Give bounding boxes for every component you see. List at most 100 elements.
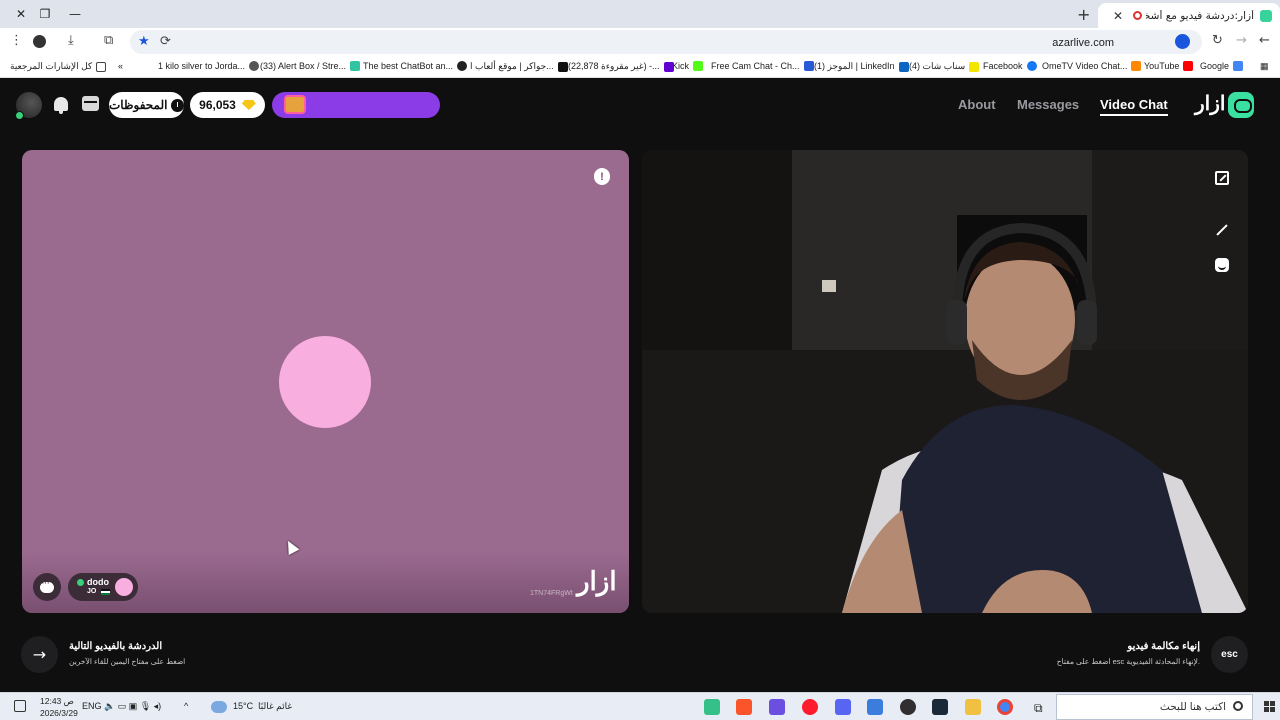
azar-logo-text: ازار: [1195, 93, 1226, 115]
opera-icon[interactable]: [802, 699, 818, 715]
saved-button[interactable]: المحفوظات: [109, 92, 184, 118]
bookmark-jawaker[interactable]: جواكر | موقع ألعاب ا...: [470, 61, 568, 72]
bookmark-kick[interactable]: Kick: [672, 61, 704, 71]
bookmark-snapchat[interactable]: (4) سناب شات: [909, 61, 980, 72]
bookmark-freecam[interactable]: Free Cam Chat - Ch...: [711, 61, 814, 71]
bookmark-linkedin[interactable]: (1) الموجز | LinkedIn: [814, 61, 909, 72]
saved-label: المحفوظات: [109, 98, 168, 112]
bookmark-google[interactable]: Google: [1200, 61, 1244, 71]
tab-close-button[interactable]: ✕: [1113, 9, 1123, 23]
omnibox[interactable]: ★ ⟳ azarlive.com: [130, 30, 1202, 54]
notification-center-icon[interactable]: [14, 700, 26, 712]
download-icon[interactable]: ⤓: [68, 33, 74, 48]
end-hint-subtitle: اضغط على مفتاح esc لإنهاء المحادثة الفيد…: [1056, 657, 1200, 666]
partner-avatar: [115, 578, 133, 596]
clock-time[interactable]: 12:43 ص: [40, 696, 74, 707]
all-bookmarks-button[interactable]: كل الإشارات المرجعية: [10, 61, 107, 72]
bookmark-youtube[interactable]: YouTube: [1144, 61, 1194, 71]
history-clock-icon: [171, 98, 184, 112]
next-video-chat-button[interactable]: →: [21, 636, 58, 673]
app-icon[interactable]: [769, 699, 785, 715]
bookmarks-bar: ▦ Google YouTube OmeTV Video Chat... Fac…: [0, 56, 1280, 78]
screen-share-icon[interactable]: ⟳: [160, 34, 171, 49]
promo-banner[interactable]: [272, 92, 440, 118]
bookmark-streamlabs[interactable]: (33) Alert Box / Stre...: [260, 61, 361, 71]
nav-video-chat[interactable]: Video Chat: [1100, 97, 1168, 116]
bookmark-facebook[interactable]: Facebook: [983, 61, 1037, 71]
bookmark-ometv[interactable]: OmeTV Video Chat...: [1042, 61, 1142, 71]
reload-icon[interactable]: ↻: [1212, 33, 1223, 48]
next-hint-subtitle: اضغط على مفتاح اليمين للقاء الآخرين: [69, 657, 186, 666]
next-hint-title: الدردشة بالفيديو التالية: [69, 641, 163, 652]
site-info-icon[interactable]: [1175, 34, 1190, 49]
task-view-icon[interactable]: ⧉: [1034, 701, 1043, 716]
kick-icon: [693, 61, 704, 71]
partner-country: JO: [87, 588, 97, 595]
folder-icon: [96, 61, 107, 72]
browser-tab[interactable]: أزار:دردشة فيديو مع أشخاص ✕: [1098, 3, 1280, 28]
temperature[interactable]: 15°C: [233, 701, 253, 711]
end-call-button[interactable]: esc: [1211, 636, 1248, 673]
gem-icon: [241, 100, 256, 110]
snapchat-icon: [969, 61, 980, 72]
brave-icon[interactable]: [736, 699, 752, 715]
minimize-window-button[interactable]: —: [60, 0, 90, 28]
expand-icon[interactable]: [1215, 171, 1229, 185]
store-icon[interactable]: [867, 699, 883, 715]
chat-button[interactable]: [33, 573, 61, 601]
back-icon[interactable]: ←: [1259, 33, 1270, 48]
bookmark-chatbot[interactable]: The best ChatBot an...: [363, 61, 468, 71]
profile-avatar[interactable]: [33, 35, 46, 48]
self-video: [642, 150, 1248, 613]
bookmark-silver[interactable]: 1 kilo silver to Jorda...: [158, 61, 260, 71]
gems-count: 96,053: [199, 98, 236, 112]
menu-icon[interactable]: ⋮: [10, 33, 23, 48]
face-filter-icon[interactable]: [1215, 258, 1229, 272]
steam-icon[interactable]: [932, 699, 948, 715]
report-button[interactable]: !: [594, 168, 610, 185]
address-bar-row: ⋮ ⤓ ⧉ ★ ⟳ azarlive.com ↻ → ←: [0, 28, 1280, 56]
chrome-icon[interactable]: [997, 699, 1013, 715]
user-avatar[interactable]: [15, 92, 42, 120]
weather-cloud-icon: [211, 701, 227, 713]
obs-icon[interactable]: [900, 699, 916, 715]
ometv-icon: [1131, 61, 1142, 71]
windows-search-box[interactable]: اكتب هنا للبحث: [1056, 694, 1253, 720]
online-dot-icon: [77, 579, 84, 586]
camchat-icon: [803, 61, 814, 71]
notifications-bell-icon[interactable]: [54, 97, 68, 114]
bookmarks-overflow-button[interactable]: «: [118, 61, 123, 71]
treasure-chest-icon: [284, 95, 306, 114]
url-text[interactable]: azarlive.com: [1052, 37, 1114, 49]
restore-window-button[interactable]: ❐: [30, 0, 60, 28]
partner-placeholder-avatar: [279, 336, 371, 428]
clock-date[interactable]: 2026/3/29: [40, 708, 78, 718]
apps-grid-icon[interactable]: ▦: [1260, 61, 1269, 72]
discord-icon[interactable]: [835, 699, 851, 715]
magic-wand-icon[interactable]: [1215, 223, 1229, 237]
new-tab-button[interactable]: +: [1077, 5, 1090, 24]
windows-start-icon[interactable]: [1264, 701, 1275, 712]
bookmark-star-icon[interactable]: ★: [138, 34, 150, 49]
teams-icon[interactable]: [704, 699, 720, 715]
jawaker-icon: [557, 61, 568, 72]
silver-icon: [249, 61, 260, 71]
windows-taskbar: 12:43 ص 2026/3/29 ENG 🔈 ▭ ▣ 🎙 ◂) ^ 15°C …: [0, 692, 1280, 720]
tab-title: أزار:دردشة فيديو مع أشخاص: [1146, 9, 1254, 22]
weather-condition[interactable]: غائم غالبًا: [258, 701, 292, 712]
store-icon[interactable]: [82, 96, 99, 111]
extensions-icon[interactable]: ⧉: [104, 33, 113, 48]
partner-name: dodo: [87, 577, 109, 587]
partner-profile-chip[interactable]: dodo JO: [68, 573, 138, 601]
show-hidden-icons-button[interactable]: ^: [184, 701, 188, 711]
nav-messages[interactable]: Messages: [1017, 97, 1079, 112]
recording-indicator-icon: [1133, 11, 1142, 20]
nav-about[interactable]: About: [958, 97, 996, 112]
language-indicator[interactable]: ENG: [82, 701, 102, 711]
file-explorer-icon[interactable]: [965, 699, 981, 715]
forward-icon[interactable]: →: [1236, 33, 1247, 48]
bookmark-yahoo-mail[interactable]: (22,878 غير مقروءة) -...: [568, 61, 674, 72]
gems-balance-button[interactable]: 96,053: [190, 92, 265, 118]
tray-icons[interactable]: 🔈 ▭ ▣ 🎙 ◂): [104, 701, 161, 712]
browser-titlebar: ✕ ❐ — + أزار:دردشة فيديو مع أشخاص ✕: [0, 0, 1280, 28]
